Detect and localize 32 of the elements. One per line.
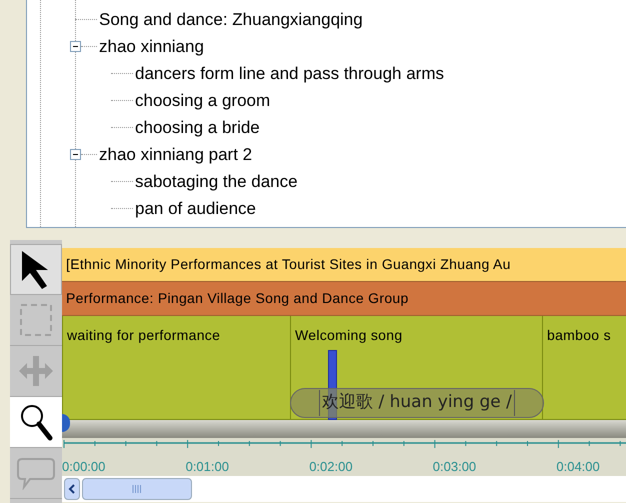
tree-item[interactable]: pan of audience: [133, 198, 256, 218]
time-label: 0:04:00: [556, 459, 600, 474]
time-label: 0:00:00: [62, 459, 106, 474]
dashed-rectangle-icon: [19, 303, 53, 337]
time-label: 0:03:00: [432, 459, 476, 474]
annotation-pill[interactable]: 欢迎歌 / huan ying ge /: [290, 388, 544, 418]
tree-item[interactable]: choosing a groom: [133, 90, 270, 110]
chevron-left-icon: [68, 484, 76, 494]
tree-item[interactable]: Song and dance: Zhuangxiangqing: [97, 10, 363, 30]
scroll-left-button[interactable]: [64, 478, 80, 500]
segment-label: waiting for performance: [67, 327, 220, 343]
tier-label: [Ethnic Minority Performances at Tourist Sites in Guangxi Zhuang Au: [66, 255, 511, 274]
collapse-toggle[interactable]: [70, 41, 81, 52]
time-label: 0:02:00: [309, 459, 353, 474]
time-label: 0:01:00: [186, 459, 229, 474]
tier-label: Performance: Pingan Village Song and Dance Group: [66, 289, 409, 308]
scroll-thumb[interactable]: [82, 478, 192, 500]
tree-item[interactable]: dancers form line and pass through arms: [133, 64, 444, 84]
segment-label: bamboo s: [547, 327, 611, 343]
speech-bubble-icon: [16, 456, 56, 490]
collapse-toggle[interactable]: [70, 149, 81, 160]
magnifier-icon: [19, 403, 53, 441]
tree-item[interactable]: sabotaging the dance: [133, 172, 298, 192]
pointer-tool-button[interactable]: [10, 244, 62, 295]
grip-icon: [132, 485, 142, 493]
annotation-text: 欢迎歌 / huan ying ge /: [319, 390, 515, 416]
tree-item[interactable]: choosing a bride: [133, 118, 260, 138]
move-arrows-icon: [17, 354, 55, 388]
zoom-tool-button[interactable]: [10, 397, 62, 448]
tree-item[interactable]: zhao xinniang: [97, 36, 204, 56]
segment-label: Welcoming song: [295, 327, 402, 343]
tree-item[interactable]: zhao xinniang part 2: [97, 144, 252, 164]
